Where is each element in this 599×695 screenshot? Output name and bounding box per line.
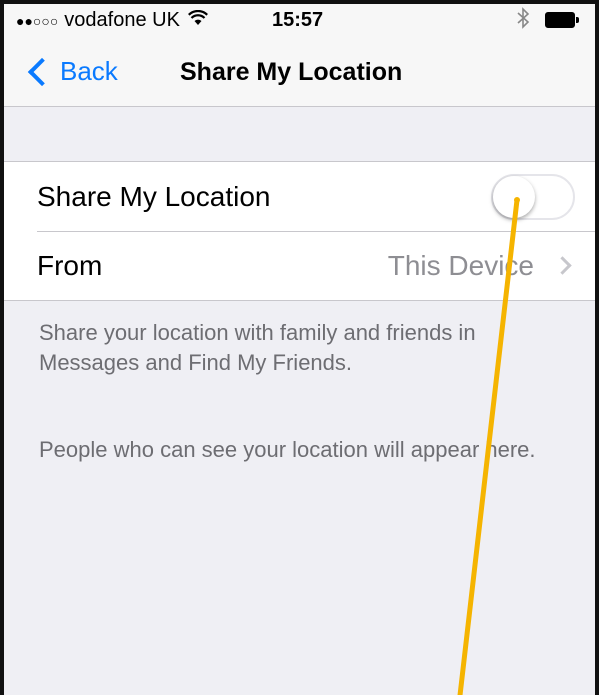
share-location-label: Share My Location [37, 180, 271, 212]
status-bar: ●●○○○ vodafone UK 15:57 [4, 4, 595, 40]
chevron-left-icon [27, 57, 57, 86]
share-location-toggle[interactable] [491, 174, 575, 220]
people-note: People who can see your location will ap… [39, 437, 536, 462]
carrier-signal: ●●○○○ vodafone UK [16, 9, 208, 32]
from-label: From [37, 249, 103, 281]
share-location-row: Share My Location [4, 162, 595, 231]
wifi-icon [187, 9, 208, 32]
carrier-name: vodafone UK [64, 9, 180, 31]
back-label: Back [60, 56, 118, 86]
settings-group: Share My Location From This Device [4, 161, 595, 301]
chevron-right-icon [553, 256, 572, 275]
navigation-bar: Back Share My Location [4, 40, 595, 107]
share-description: Share your location with family and frie… [39, 320, 476, 375]
back-button[interactable]: Back [26, 56, 118, 87]
battery-icon [545, 12, 579, 28]
page-title: Share My Location [180, 58, 403, 86]
clock-time: 15:57 [272, 9, 324, 31]
phone-screen: ●●○○○ vodafone UK 15:57 Back Share My Lo… [0, 0, 599, 695]
from-value: This Device [387, 249, 534, 281]
from-detail: This Device [387, 231, 572, 300]
signal-strength-icon: ●●○○○ [16, 12, 59, 29]
bluetooth-icon [516, 7, 530, 35]
toggle-knob [493, 176, 535, 218]
from-row[interactable]: From This Device [4, 231, 595, 300]
